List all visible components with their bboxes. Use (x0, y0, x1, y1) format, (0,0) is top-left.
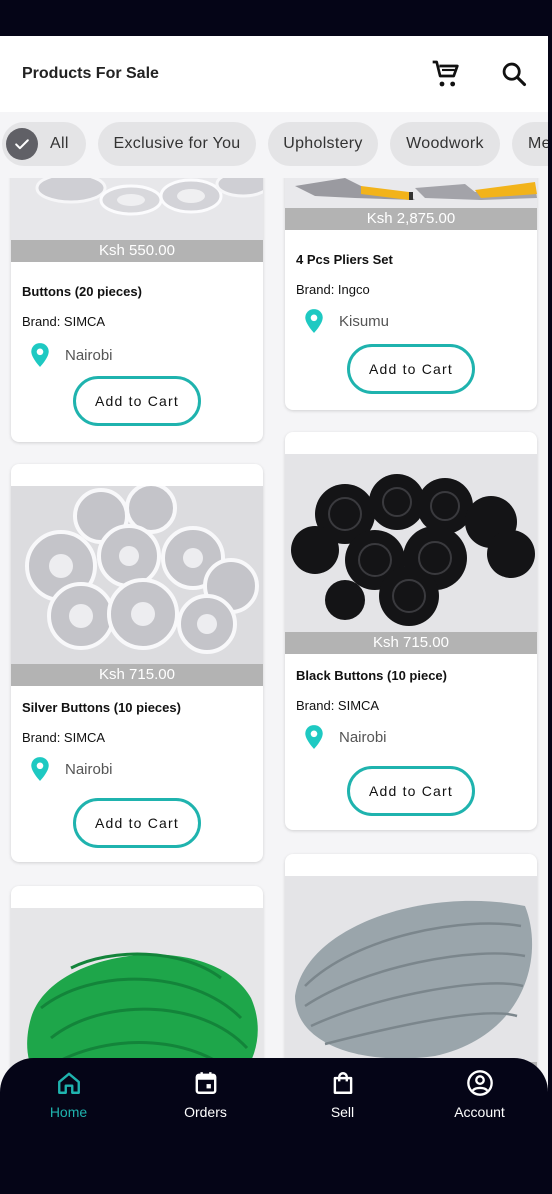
chip-label: Exclusive for You (113, 135, 241, 152)
add-to-cart-button[interactable]: Add to Cart (347, 766, 475, 816)
page-title: Products For Sale (22, 65, 159, 82)
location-label: Kisumu (339, 312, 390, 330)
product-card[interactable]: Ksh 2,875.00 4 Pcs Pliers Set Brand: Ing… (285, 178, 537, 410)
shopping-bag-icon (328, 1068, 358, 1098)
product-price: Ksh 550.00 (11, 240, 263, 262)
product-price: Ksh 715.00 (11, 664, 263, 686)
chip-all[interactable]: All (2, 122, 86, 166)
location-label: Nairobi (65, 760, 113, 778)
product-location: Nairobi (29, 756, 113, 782)
product-name: 4 Pcs Pliers Set (296, 252, 393, 267)
location-pin-icon (31, 757, 49, 781)
add-to-cart-button[interactable]: Add to Cart (73, 798, 201, 848)
product-card[interactable]: Ksh 550.00 Buttons (20 pieces) Brand: SI… (11, 178, 263, 442)
check-icon (6, 128, 38, 160)
location-label: Nairobi (65, 346, 113, 364)
home-icon (54, 1068, 84, 1098)
nav-label: Orders (184, 1104, 227, 1120)
cart-button[interactable] (428, 56, 464, 92)
chip-label: Upholstery (283, 135, 363, 152)
nav-sell[interactable]: Sell (274, 1068, 411, 1128)
location-label: Nairobi (339, 728, 387, 746)
add-to-cart-button[interactable]: Add to Cart (347, 344, 475, 394)
product-location: Nairobi (29, 342, 113, 368)
product-price: Ksh 2,875.00 (285, 208, 537, 230)
search-button[interactable] (496, 56, 532, 92)
product-brand: Brand: Ingco (296, 282, 370, 297)
product-card[interactable]: Ksh 715.00 Silver Buttons (10 pieces) Br… (11, 464, 263, 862)
shopping-cart-icon (432, 60, 459, 87)
product-image (11, 486, 263, 664)
product-location: Nairobi (303, 724, 387, 750)
product-price: Ksh 715.00 (285, 632, 537, 654)
chip-exclusive-for-you[interactable]: Exclusive for You (98, 122, 256, 166)
product-brand: Brand: SIMCA (22, 314, 106, 329)
product-brand: Brand: SIMCA (296, 698, 380, 713)
status-bar (0, 0, 548, 36)
product-image (285, 454, 537, 632)
app-content: Products For Sale All Exclusive for You … (0, 36, 548, 1194)
chip-label: Me (528, 135, 548, 152)
nav-label: Home (49, 1104, 88, 1120)
product-grid: Ksh 550.00 Buttons (20 pieces) Brand: SI… (0, 178, 548, 1194)
top-app-bar: Products For Sale (0, 36, 548, 112)
chip-upholstery[interactable]: Upholstery (268, 122, 378, 166)
chip-more[interactable]: Me (512, 122, 548, 166)
nav-orders[interactable]: Orders (137, 1068, 274, 1128)
calendar-icon (191, 1068, 221, 1098)
product-image (285, 876, 537, 1062)
product-name: Silver Buttons (10 pieces) (22, 700, 181, 715)
product-name: Black Buttons (10 piece) (296, 668, 447, 683)
nav-home[interactable]: Home (0, 1068, 137, 1128)
product-name: Buttons (20 pieces) (22, 284, 142, 299)
product-location: Kisumu (303, 308, 389, 334)
bottom-navigation: Home Orders Sell Account (0, 1058, 548, 1194)
phone-screen: Products For Sale All Exclusive for You … (0, 0, 548, 1194)
nav-label: Sell (330, 1104, 355, 1120)
location-pin-icon (31, 343, 49, 367)
chip-woodwork[interactable]: Woodwork (390, 122, 500, 166)
category-chips: All Exclusive for You Upholstery Woodwor… (0, 122, 548, 168)
chip-label: Woodwork (406, 135, 484, 152)
location-pin-icon (305, 725, 323, 749)
nav-label: Account (454, 1104, 505, 1120)
nav-account[interactable]: Account (411, 1068, 548, 1128)
product-brand: Brand: SIMCA (22, 730, 106, 745)
add-to-cart-button[interactable]: Add to Cart (73, 376, 201, 426)
account-circle-icon (465, 1068, 495, 1098)
product-image (285, 178, 537, 208)
search-icon (502, 62, 527, 87)
product-image (11, 178, 263, 240)
location-pin-icon (305, 309, 323, 333)
chip-label: All (50, 135, 69, 152)
product-card[interactable]: Ksh 715.00 Black Buttons (10 piece) Bran… (285, 432, 537, 830)
